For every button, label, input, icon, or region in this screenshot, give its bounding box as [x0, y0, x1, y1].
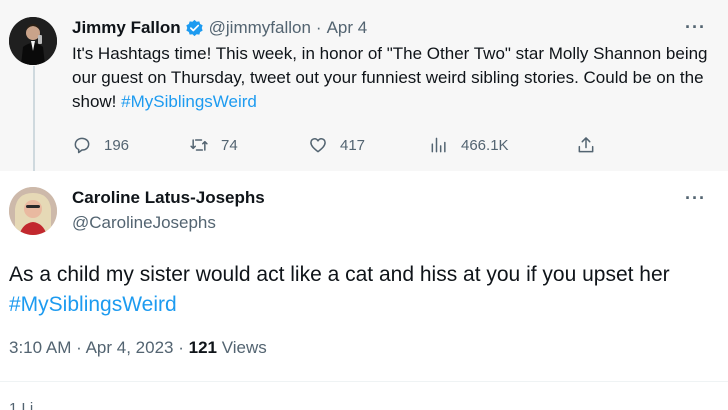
reply-count: 196 [104, 136, 130, 154]
tweet-text: It's Hashtags time! This week, in honor … [72, 42, 722, 114]
more-options-icon[interactable]: ··· [685, 17, 706, 38]
tweet-text-body: As a child my sister would act like a ca… [9, 263, 670, 286]
tweet-actions: 196 74 417 466.1K [72, 133, 612, 157]
separator-dot: · [315, 18, 322, 37]
tweet-time[interactable]: 3:10 AM [9, 338, 71, 357]
share-icon [578, 137, 594, 153]
parent-tweet[interactable]: Jimmy Fallon @jimmyfallon · Apr 4 ··· It… [0, 0, 728, 176]
author-handle[interactable]: @jimmyfallon [209, 18, 311, 38]
retweet-count: 74 [221, 136, 238, 154]
avatar[interactable] [9, 17, 57, 65]
tweet-date[interactable]: Apr 4, 2023 [86, 338, 174, 357]
hashtag-link[interactable]: #MySiblingsWeird [121, 92, 257, 111]
reply-tweet[interactable]: Caroline Latus-Josephs ··· @CarolineJose… [0, 171, 728, 410]
like-count: 417 [340, 136, 366, 154]
retweet-icon [190, 139, 208, 151]
reply-button[interactable]: 196 [72, 133, 129, 157]
tweet-text: As a child my sister would act like a ca… [9, 260, 719, 320]
author-handle[interactable]: @CarolineJosephs [72, 213, 216, 233]
retweet-button[interactable]: 74 [189, 133, 238, 157]
likes-stat[interactable]: 1 Li [9, 400, 33, 410]
thread-connector [33, 66, 35, 176]
tweet-timestamp: 3:10 AM · Apr 4, 2023 · 121 Views [9, 338, 267, 358]
reply-icon [74, 137, 90, 154]
author-name[interactable]: Jimmy Fallon [72, 18, 181, 38]
heart-icon [310, 138, 326, 153]
views-count: 121 [188, 338, 217, 357]
views-label: Views [221, 338, 267, 357]
avatar-photo [9, 187, 57, 235]
analytics-icon [431, 137, 446, 153]
separator-dot: · [178, 338, 184, 357]
avatar[interactable] [9, 187, 57, 235]
more-options-icon[interactable]: ··· [685, 188, 706, 209]
verified-badge-icon [185, 19, 204, 38]
views-button[interactable]: 466.1K [429, 133, 509, 157]
like-button[interactable]: 417 [308, 133, 365, 157]
separator-dot: · [76, 338, 82, 357]
divider [0, 381, 728, 382]
author-name[interactable]: Caroline Latus-Josephs [72, 188, 265, 208]
avatar-photo [9, 17, 57, 65]
share-button[interactable] [576, 133, 596, 157]
views-count: 466.1K [461, 136, 509, 154]
hashtag-link[interactable]: #MySiblingsWeird [9, 293, 177, 316]
tweet-date[interactable]: Apr 4 [327, 18, 368, 38]
